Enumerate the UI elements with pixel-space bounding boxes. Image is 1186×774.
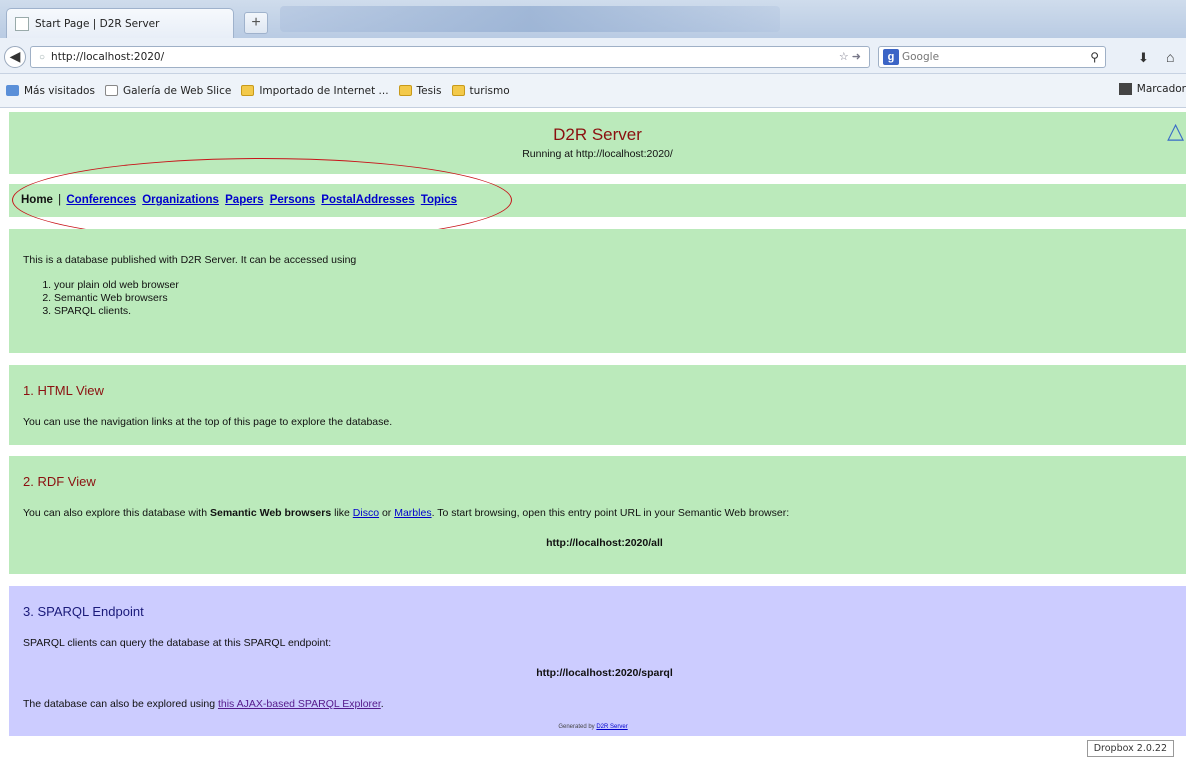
d2r-server-link[interactable]: D2R Server — [596, 724, 627, 730]
text-fragment: The database can also be explored using — [23, 698, 218, 710]
list-item: Semantic Web browsers — [54, 292, 1186, 305]
rdf-logo-icon[interactable]: △ — [1167, 118, 1184, 144]
page-content: D2R Server Running at http://localhost:2… — [0, 108, 1186, 774]
html-view-text: You can use the navigation links at the … — [23, 416, 393, 428]
nav-home: Home — [21, 194, 53, 206]
site-identity-icon[interactable]: ○ — [39, 52, 45, 63]
bookmarks-menu-icon — [1118, 83, 1132, 95]
text-fragment: You can also explore this database with — [23, 507, 210, 519]
nav-link-postaladdresses[interactable]: PostalAddresses — [321, 194, 414, 206]
sparql-heading: 3. SPARQL Endpoint — [23, 604, 144, 619]
bookmark-label: Galería de Web Slice — [122, 84, 232, 97]
class-navigation: Home | Conferences Organizations Papers … — [9, 158, 1186, 242]
bookmark-label: turismo — [469, 84, 510, 97]
html-view-heading: 1. HTML View — [23, 383, 104, 398]
nav-link-organizations[interactable]: Organizations — [142, 194, 219, 206]
rdf-view-text: You can also explore this database with … — [23, 507, 1186, 519]
text-fragment: like — [331, 507, 353, 519]
bookmark-web-slice[interactable]: Galería de Web Slice — [104, 84, 232, 97]
search-icon[interactable]: ⚲ — [1090, 50, 1099, 64]
intro-text: This is a database published with D2R Se… — [23, 254, 357, 266]
text-fragment: . To start browsing, open this entry poi… — [431, 507, 790, 519]
folder-icon — [451, 85, 465, 96]
list-item: SPARQL clients. — [54, 305, 1186, 318]
page-favicon-icon — [15, 16, 29, 31]
browser-tab[interactable]: Start Page | D2R Server — [6, 8, 234, 38]
address-bar[interactable]: ○ ☆ ➜ — [30, 46, 870, 68]
bookmark-label: Importado de Internet ... — [259, 84, 389, 97]
rdf-view-heading: 2. RDF View — [23, 474, 96, 489]
sparql-explorer-text: The database can also be explored using … — [23, 698, 1186, 710]
html-view-section: 1. HTML View You can use the navigation … — [9, 365, 1186, 445]
bookmark-tesis[interactable]: Tesis — [398, 84, 442, 97]
text-fragment: or — [379, 507, 395, 519]
intro-section: This is a database published with D2R Se… — [9, 229, 1186, 353]
page-footer: Generated by D2R Server — [0, 724, 1186, 730]
search-input[interactable] — [902, 51, 1072, 63]
search-box[interactable]: g ⚲ — [878, 46, 1106, 68]
disco-link[interactable]: Disco — [353, 507, 379, 519]
page-title: D2R Server — [553, 125, 642, 144]
home-icon[interactable]: ⌂ — [1166, 49, 1174, 65]
bookmark-turismo[interactable]: turismo — [451, 84, 510, 97]
nav-link-topics[interactable]: Topics — [421, 194, 457, 206]
page-icon — [104, 85, 118, 96]
marbles-link[interactable]: Marbles — [394, 507, 431, 519]
sparql-explorer-link[interactable]: this AJAX-based SPARQL Explorer — [218, 698, 381, 710]
bookmark-imported[interactable]: Importado de Internet ... — [241, 84, 389, 97]
sparql-section: 3. SPARQL Endpoint SPARQL clients can qu… — [9, 586, 1186, 736]
nav-link-conferences[interactable]: Conferences — [66, 194, 136, 206]
navigation-toolbar: ◀ ○ ☆ ➜ g ⚲ ⬇ ⌂ — [0, 38, 1186, 74]
back-button[interactable]: ◀ — [4, 46, 26, 68]
google-icon[interactable]: g — [883, 49, 899, 65]
nav-link-papers[interactable]: Papers — [225, 194, 263, 206]
new-tab-button[interactable]: + — [244, 12, 268, 34]
tab-bar: Start Page | D2R Server + — [0, 0, 1186, 38]
bookmark-most-visited[interactable]: Más visitados — [6, 85, 95, 97]
bookmark-label: Tesis — [416, 84, 442, 97]
rdf-view-section: 2. RDF View You can also explore this da… — [9, 456, 1186, 574]
url-input[interactable] — [51, 51, 652, 63]
dropbox-tooltip: Dropbox 2.0.22 — [1086, 740, 1174, 757]
bookmarks-toolbar: Más visitados Galería de Web Slice Impor… — [0, 74, 1186, 108]
access-list: your plain old web browser Semantic Web … — [54, 279, 1186, 318]
blurred-tab-area — [280, 6, 780, 32]
bookmark-star-icon[interactable]: ☆ ➜ — [839, 50, 861, 63]
footer-text: Generated by — [558, 724, 597, 730]
nav-separator: | — [58, 194, 62, 206]
folder-icon — [241, 85, 255, 96]
bookmarks-menu[interactable]: Marcador — [1118, 83, 1186, 95]
semantic-web-browsers-bold: Semantic Web browsers — [210, 507, 332, 519]
tab-title: Start Page | D2R Server — [35, 17, 160, 30]
nav-link-persons[interactable]: Persons — [270, 194, 315, 206]
rdf-entry-url: http://localhost:2020/all — [546, 537, 663, 549]
bookmarks-menu-label: Marcador — [1136, 83, 1186, 95]
list-item: your plain old web browser — [54, 279, 1186, 292]
download-icon[interactable]: ⬇ — [1138, 50, 1149, 66]
sparql-text: SPARQL clients can query the database at… — [23, 637, 332, 649]
page-header: D2R Server Running at http://localhost:2… — [9, 112, 1186, 174]
page-subtitle: Running at http://localhost:2020/ — [522, 148, 673, 160]
bookmark-label: Más visitados — [24, 84, 95, 97]
sparql-endpoint-url: http://localhost:2020/sparql — [536, 667, 673, 679]
folder-icon — [398, 85, 412, 96]
most-visited-icon — [6, 85, 19, 96]
text-fragment: . — [380, 698, 384, 710]
